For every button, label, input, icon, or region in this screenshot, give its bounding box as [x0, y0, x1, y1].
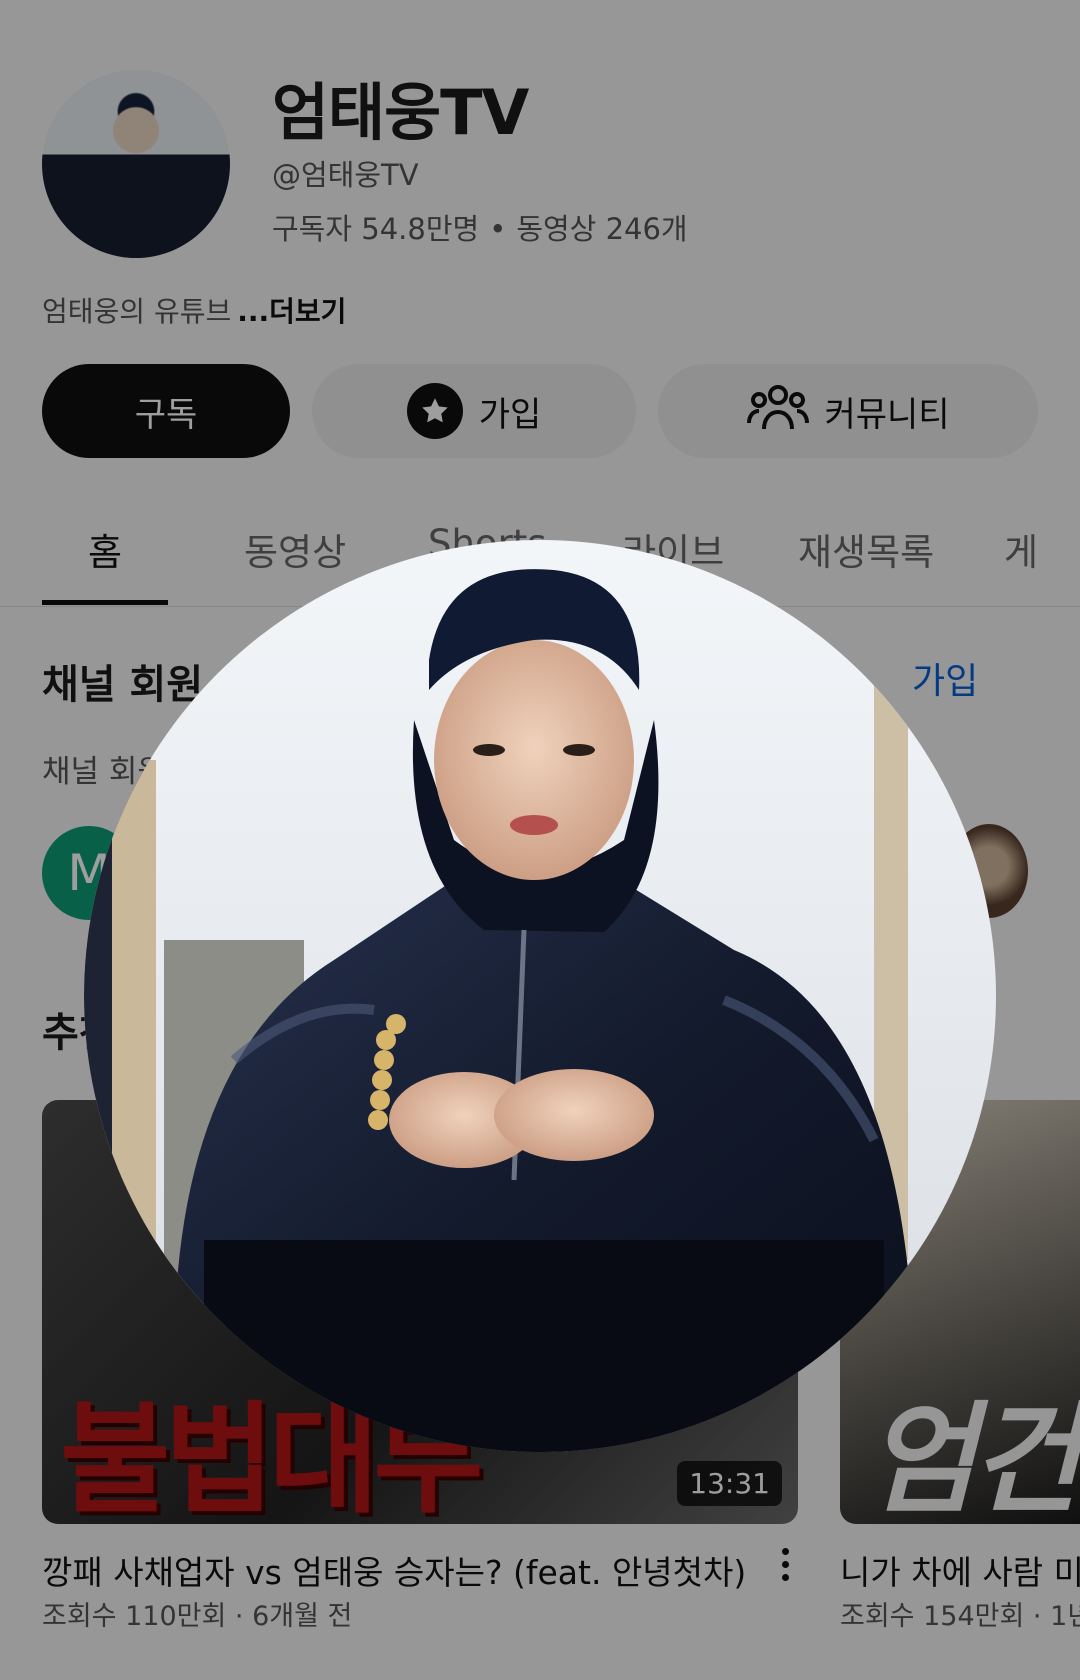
enlarged-profile-photo [84, 540, 996, 1452]
